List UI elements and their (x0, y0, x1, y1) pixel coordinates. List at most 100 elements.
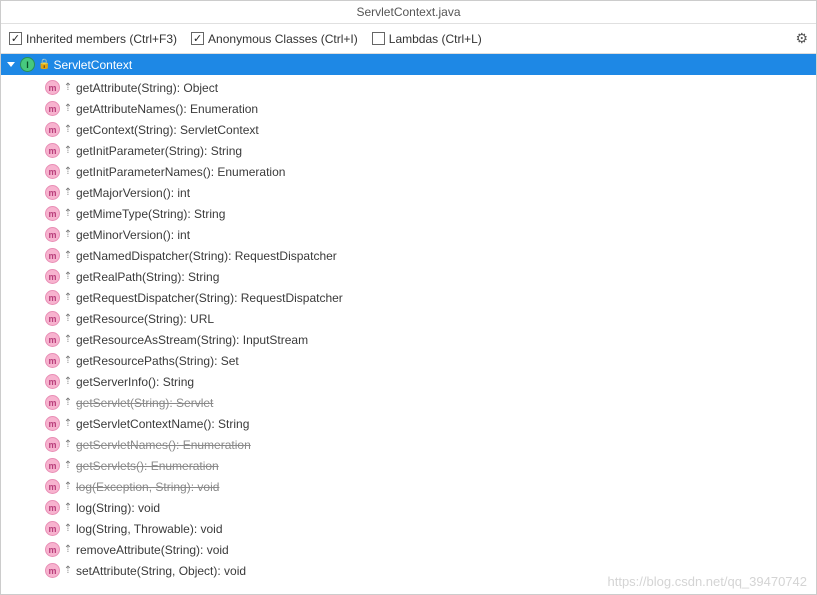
method-icon: m (45, 185, 60, 200)
method-row[interactable]: m⇡getMajorVersion(): int (1, 182, 816, 203)
inherit-up-icon: ⇡ (63, 376, 73, 387)
method-row[interactable]: m⇡getServletContextName(): String (1, 413, 816, 434)
method-label: getInitParameterNames(): Enumeration (76, 165, 285, 179)
method-label: getServerInfo(): String (76, 375, 194, 389)
lock-icon: 🔒 (38, 59, 50, 70)
window-title: ServletContext.java (1, 1, 816, 24)
inherit-up-icon: ⇡ (63, 313, 73, 324)
method-label: log(String): void (76, 501, 160, 515)
inherit-up-icon: ⇡ (63, 82, 73, 93)
method-row[interactable]: m⇡getInitParameter(String): String (1, 140, 816, 161)
method-row[interactable]: m⇡removeAttribute(String): void (1, 539, 816, 560)
method-label: getServlets(): Enumeration (76, 459, 219, 473)
method-row[interactable]: m⇡getMinorVersion(): int (1, 224, 816, 245)
method-row[interactable]: m⇡getContext(String): ServletContext (1, 119, 816, 140)
method-icon: m (45, 332, 60, 347)
method-label: getResourcePaths(String): Set (76, 354, 239, 368)
method-label: removeAttribute(String): void (76, 543, 229, 557)
method-label: getResource(String): URL (76, 312, 214, 326)
inherit-up-icon: ⇡ (63, 103, 73, 114)
inherit-up-icon: ⇡ (63, 145, 73, 156)
method-row[interactable]: m⇡getServlet(String): Servlet (1, 392, 816, 413)
anonymous-classes-checkbox[interactable]: ✓ Anonymous Classes (Ctrl+I) (191, 32, 358, 46)
inherit-up-icon: ⇡ (63, 418, 73, 429)
inherit-up-icon: ⇡ (63, 523, 73, 534)
checkbox-icon: ✓ (9, 32, 22, 45)
method-label: getAttributeNames(): Enumeration (76, 102, 258, 116)
method-icon: m (45, 80, 60, 95)
method-icon: m (45, 164, 60, 179)
tree-root-row[interactable]: I 🔒 ServletContext (1, 54, 816, 75)
method-label: getContext(String): ServletContext (76, 123, 259, 137)
root-label: ServletContext (53, 58, 132, 72)
method-row[interactable]: m⇡getResource(String): URL (1, 308, 816, 329)
method-icon: m (45, 227, 60, 242)
interface-icon: I (20, 57, 35, 72)
method-icon: m (45, 500, 60, 515)
inherit-up-icon: ⇡ (63, 439, 73, 450)
inherit-up-icon: ⇡ (63, 502, 73, 513)
inherit-up-icon: ⇡ (63, 565, 73, 576)
inherit-up-icon: ⇡ (63, 124, 73, 135)
inherit-up-icon: ⇡ (63, 208, 73, 219)
inherited-members-checkbox[interactable]: ✓ Inherited members (Ctrl+F3) (9, 32, 177, 46)
expand-arrow-icon (7, 62, 15, 67)
method-label: getServlet(String): Servlet (76, 396, 213, 410)
inherit-up-icon: ⇡ (63, 397, 73, 408)
inherit-up-icon: ⇡ (63, 355, 73, 366)
lambdas-label: Lambdas (Ctrl+L) (389, 32, 482, 46)
inherit-up-icon: ⇡ (63, 229, 73, 240)
method-row[interactable]: m⇡log(Exception, String): void (1, 476, 816, 497)
method-label: getServletContextName(): String (76, 417, 249, 431)
watermark-text: https://blog.csdn.net/qq_39470742 (608, 574, 808, 589)
method-icon: m (45, 101, 60, 116)
method-icon: m (45, 479, 60, 494)
method-label: getResourceAsStream(String): InputStream (76, 333, 308, 347)
method-row[interactable]: m⇡getAttribute(String): Object (1, 77, 816, 98)
inherit-up-icon: ⇡ (63, 334, 73, 345)
lambdas-checkbox[interactable]: Lambdas (Ctrl+L) (372, 32, 482, 46)
method-label: getRequestDispatcher(String): RequestDis… (76, 291, 343, 305)
method-icon: m (45, 269, 60, 284)
method-row[interactable]: m⇡getServerInfo(): String (1, 371, 816, 392)
method-row[interactable]: m⇡getAttributeNames(): Enumeration (1, 98, 816, 119)
method-label: getServletNames(): Enumeration (76, 438, 251, 452)
inherit-up-icon: ⇡ (63, 166, 73, 177)
checkbox-icon (372, 32, 385, 45)
gear-icon[interactable]: ⚙ (795, 30, 808, 47)
method-label: getMimeType(String): String (76, 207, 225, 221)
method-icon: m (45, 143, 60, 158)
method-label: getInitParameter(String): String (76, 144, 242, 158)
inherit-up-icon: ⇡ (63, 481, 73, 492)
method-label: getNamedDispatcher(String): RequestDispa… (76, 249, 337, 263)
method-row[interactable]: m⇡getServlets(): Enumeration (1, 455, 816, 476)
method-label: getAttribute(String): Object (76, 81, 218, 95)
inherit-up-icon: ⇡ (63, 460, 73, 471)
inherit-up-icon: ⇡ (63, 544, 73, 555)
method-row[interactable]: m⇡log(String, Throwable): void (1, 518, 816, 539)
method-row[interactable]: m⇡getResourcePaths(String): Set (1, 350, 816, 371)
inherit-up-icon: ⇡ (63, 292, 73, 303)
method-row[interactable]: m⇡getRealPath(String): String (1, 266, 816, 287)
method-row[interactable]: m⇡getNamedDispatcher(String): RequestDis… (1, 245, 816, 266)
anonymous-classes-label: Anonymous Classes (Ctrl+I) (208, 32, 358, 46)
method-icon: m (45, 353, 60, 368)
inherit-up-icon: ⇡ (63, 250, 73, 261)
method-label: setAttribute(String, Object): void (76, 564, 246, 578)
method-icon: m (45, 437, 60, 452)
method-row[interactable]: m⇡getMimeType(String): String (1, 203, 816, 224)
method-row[interactable]: m⇡getServletNames(): Enumeration (1, 434, 816, 455)
method-label: getMinorVersion(): int (76, 228, 190, 242)
method-icon: m (45, 521, 60, 536)
method-icon: m (45, 374, 60, 389)
method-row[interactable]: m⇡getRequestDispatcher(String): RequestD… (1, 287, 816, 308)
method-icon: m (45, 248, 60, 263)
method-row[interactable]: m⇡getInitParameterNames(): Enumeration (1, 161, 816, 182)
inherit-up-icon: ⇡ (63, 187, 73, 198)
method-icon: m (45, 206, 60, 221)
method-icon: m (45, 542, 60, 557)
method-row[interactable]: m⇡log(String): void (1, 497, 816, 518)
method-label: getMajorVersion(): int (76, 186, 190, 200)
method-row[interactable]: m⇡getResourceAsStream(String): InputStre… (1, 329, 816, 350)
method-label: log(String, Throwable): void (76, 522, 223, 536)
